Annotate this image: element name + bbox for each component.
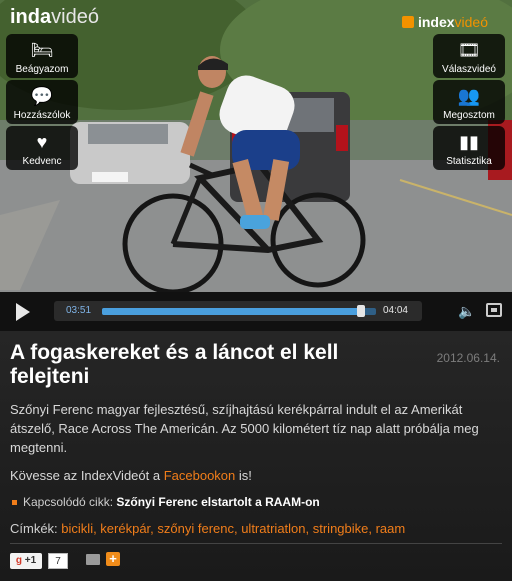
facebook-link[interactable]: Facebookon	[164, 468, 236, 483]
logo-text-light: videó	[454, 14, 488, 30]
favorite-button-label: Kedvenc	[22, 156, 62, 167]
people-icon: 👥	[457, 86, 481, 106]
seek-bar[interactable]	[102, 305, 376, 317]
indavideo-logo[interactable]: indavideó	[10, 6, 99, 29]
fullscreen-icon[interactable]	[486, 303, 502, 317]
comment-button-label: Hozzászólok	[13, 110, 71, 121]
heart-icon: ♥	[36, 132, 48, 152]
add-icon[interactable]: +	[106, 552, 120, 566]
follow-line: Kövesse az IndexVideót a Facebookon is!	[10, 468, 252, 483]
google-plus-count: 7	[48, 553, 68, 569]
article-description: Szőnyi Ferenc magyar fejlesztésű, szíjha…	[10, 402, 479, 455]
statistics-button-label: Statisztika	[446, 156, 492, 167]
favorite-button[interactable]: ♥ Kedvenc	[6, 126, 78, 170]
comment-button[interactable]: 💬 Hozzászólok	[6, 80, 78, 124]
bed-icon: 🛏	[30, 40, 54, 60]
related-article: Kapcsolódó cikk: Szőnyi Ferenc elstartol…	[12, 495, 320, 509]
play-icon[interactable]	[16, 303, 30, 321]
share-button-label: Megosztom	[443, 110, 495, 121]
google-plus-icon: g	[15, 555, 22, 566]
article-title: A fogaskereket és a láncot el kell felej…	[10, 341, 339, 388]
seek-bar-container: 03:51 04:04	[54, 301, 422, 321]
google-plus-label: +1	[24, 555, 37, 566]
player-controls: 03:51 04:04 🔈	[0, 292, 512, 331]
follow-suffix: is!	[235, 468, 252, 483]
volume-icon[interactable]: 🔈	[458, 303, 475, 320]
mail-icon[interactable]	[86, 554, 100, 565]
film-reply-icon: 🎞	[457, 40, 481, 60]
indexvideo-logo-icon	[401, 16, 414, 28]
statistics-button[interactable]: ▮▮ Statisztika	[433, 126, 505, 170]
comment-icon: 💬	[30, 86, 54, 106]
tags-line: Címkék: bicikli, kerékpár, szőnyi ferenc…	[10, 521, 405, 536]
bar-chart-icon: ▮▮	[459, 132, 479, 152]
google-plus-button[interactable]: g +1	[10, 553, 42, 569]
share-button[interactable]: 👥 Megosztom	[433, 80, 505, 124]
tags-label: Címkék:	[10, 521, 58, 536]
related-label: Kapcsolódó cikk:	[23, 495, 114, 509]
video-player[interactable]: indavideó indexvideó 🛏 Beágyazom 💬 Hozzá…	[0, 0, 512, 292]
tag-links[interactable]: bicikli, kerékpár, szőnyi ferenc, ultrat…	[61, 521, 405, 536]
reply-video-button[interactable]: 🎞 Válaszvideó	[433, 34, 505, 78]
article-panel: A fogaskereket és a láncot el kell felej…	[0, 331, 512, 581]
related-article-link[interactable]: Szőnyi Ferenc elstartolt a RAAM-on	[116, 495, 319, 509]
logo-text-bold: inda	[10, 6, 52, 28]
embed-button-label: Beágyazom	[15, 64, 69, 75]
divider	[10, 543, 502, 544]
logo-text-light: videó	[51, 6, 99, 28]
embed-button[interactable]: 🛏 Beágyazom	[6, 34, 78, 78]
seek-bar-progress	[102, 308, 361, 315]
bullet-icon	[12, 500, 17, 505]
seek-handle[interactable]	[356, 305, 365, 317]
logo-text-bold: index	[417, 14, 455, 30]
duration: 04:04	[382, 305, 408, 316]
indexvideo-logo[interactable]: indexvideó	[401, 14, 488, 30]
article-date: 2012.06.14.	[436, 351, 500, 365]
current-time: 03:51	[66, 305, 92, 316]
reply-video-button-label: Válaszvideó	[442, 64, 496, 75]
follow-prefix: Kövesse az IndexVideót a	[10, 468, 164, 483]
